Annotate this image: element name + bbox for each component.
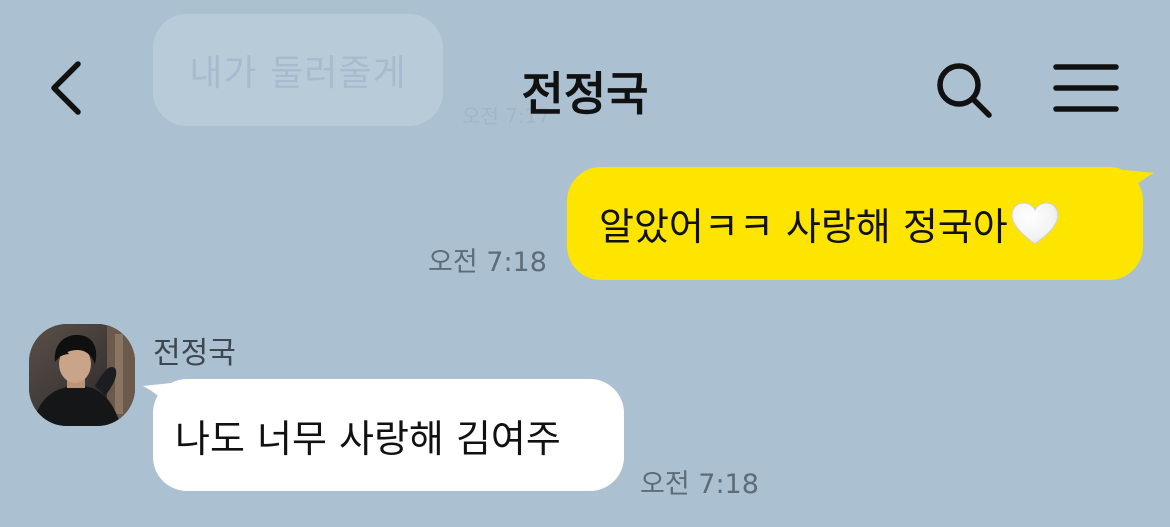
sent-message-time: 오전 7:18 [428,247,547,278]
chat-header: 전정국 [0,0,1170,160]
menu-button[interactable] [1052,62,1120,114]
sent-message-bubble[interactable]: 알았어ㅋㅋ 사랑해 정국아 [567,167,1143,280]
received-message-bubble[interactable]: 나도 너무 사랑해 김여주 [153,379,624,491]
chat-screen: 내가 둘러줄게 오전 7:17 전정국 오전 7:18 알았어ㅋㅋ 사랑해 정국… [0,0,1170,527]
hamburger-menu-icon [1053,64,1119,112]
white-heart-icon [1011,202,1059,245]
received-message-text: 나도 너무 사랑해 김여주 [175,416,561,461]
search-icon [937,63,992,118]
profile-photo [29,324,135,426]
sent-message-text: 알았어ㅋㅋ 사랑해 정국아 [599,196,1060,251]
received-message-time: 오전 7:18 [640,469,759,500]
search-button[interactable] [932,58,996,122]
avatar[interactable] [29,324,135,426]
sender-name: 전정국 [153,336,236,371]
